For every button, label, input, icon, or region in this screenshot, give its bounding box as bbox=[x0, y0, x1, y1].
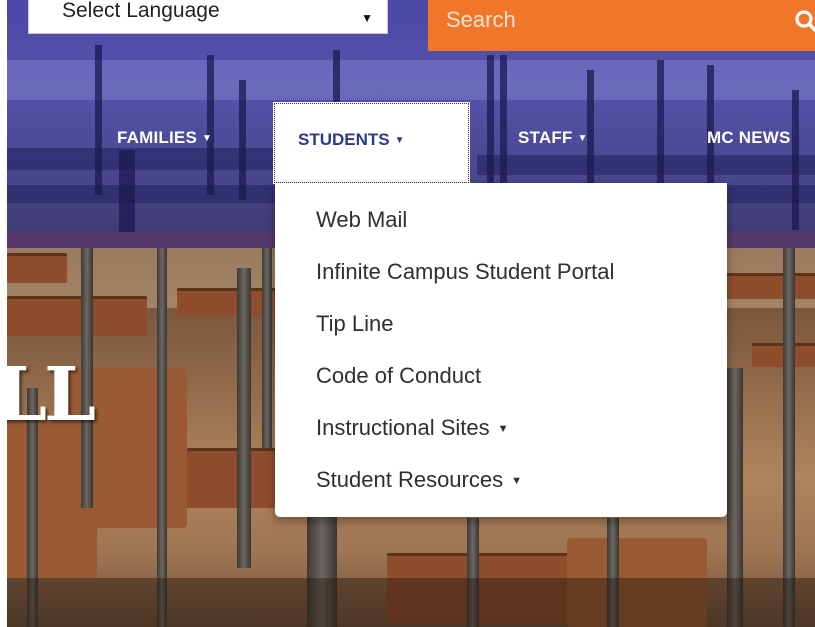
caret-down-icon: ▼ bbox=[394, 135, 405, 146]
caret-down-icon: ▼ bbox=[577, 133, 588, 144]
dropdown-triangle-icon: ▼ bbox=[361, 11, 373, 25]
language-select-value: Select Language bbox=[62, 0, 220, 22]
nav-item-staff[interactable]: STAFF ▼ bbox=[518, 128, 588, 148]
nav-item-label: STUDENTS bbox=[298, 130, 390, 149]
magnifier-icon[interactable] bbox=[793, 8, 815, 34]
menu-item-label: Code of Conduct bbox=[316, 363, 482, 388]
nav-item-label: FAMILIES bbox=[117, 128, 197, 147]
hero-partial-heading: LL bbox=[7, 352, 96, 438]
menu-item-tip-line[interactable]: Tip Line bbox=[316, 311, 393, 337]
nav-item-families[interactable]: FAMILIES ▼ bbox=[117, 128, 212, 148]
menu-item-label: Instructional Sites bbox=[316, 415, 490, 440]
nav-item-label: STAFF bbox=[518, 128, 573, 147]
menu-item-label: Student Resources bbox=[316, 467, 504, 492]
menu-item-student-resources[interactable]: Student Resources ▼ bbox=[316, 467, 522, 494]
nav-item-label: MC NEWS bbox=[707, 128, 791, 147]
caret-down-icon: ▼ bbox=[497, 423, 509, 435]
menu-item-label: Tip Line bbox=[316, 311, 394, 336]
search-placeholder: Search bbox=[446, 7, 516, 32]
menu-item-code-of-conduct[interactable]: Code of Conduct bbox=[316, 363, 481, 389]
nav-item-students[interactable]: STUDENTS ▼ bbox=[273, 102, 470, 184]
page-frame: LL Select Language ▼ Search FAMILIES ▼ ST… bbox=[7, 0, 815, 627]
search-input[interactable]: Search bbox=[428, 0, 815, 51]
menu-item-label: Web Mail bbox=[316, 207, 408, 232]
nav-item-mc-news[interactable]: MC NEWS bbox=[707, 128, 791, 148]
menu-item-label: Infinite Campus Student Portal bbox=[316, 259, 615, 284]
caret-down-icon: ▼ bbox=[511, 475, 522, 487]
students-dropdown-menu: Web Mail Infinite Campus Student Portal … bbox=[275, 183, 727, 517]
language-select[interactable]: Select Language ▼ bbox=[28, 0, 388, 34]
caret-down-icon: ▼ bbox=[202, 133, 213, 144]
menu-item-web-mail[interactable]: Web Mail bbox=[316, 207, 407, 233]
menu-item-instructional-sites[interactable]: Instructional Sites ▼ bbox=[316, 415, 509, 442]
menu-item-infinite-campus[interactable]: Infinite Campus Student Portal bbox=[316, 259, 614, 285]
